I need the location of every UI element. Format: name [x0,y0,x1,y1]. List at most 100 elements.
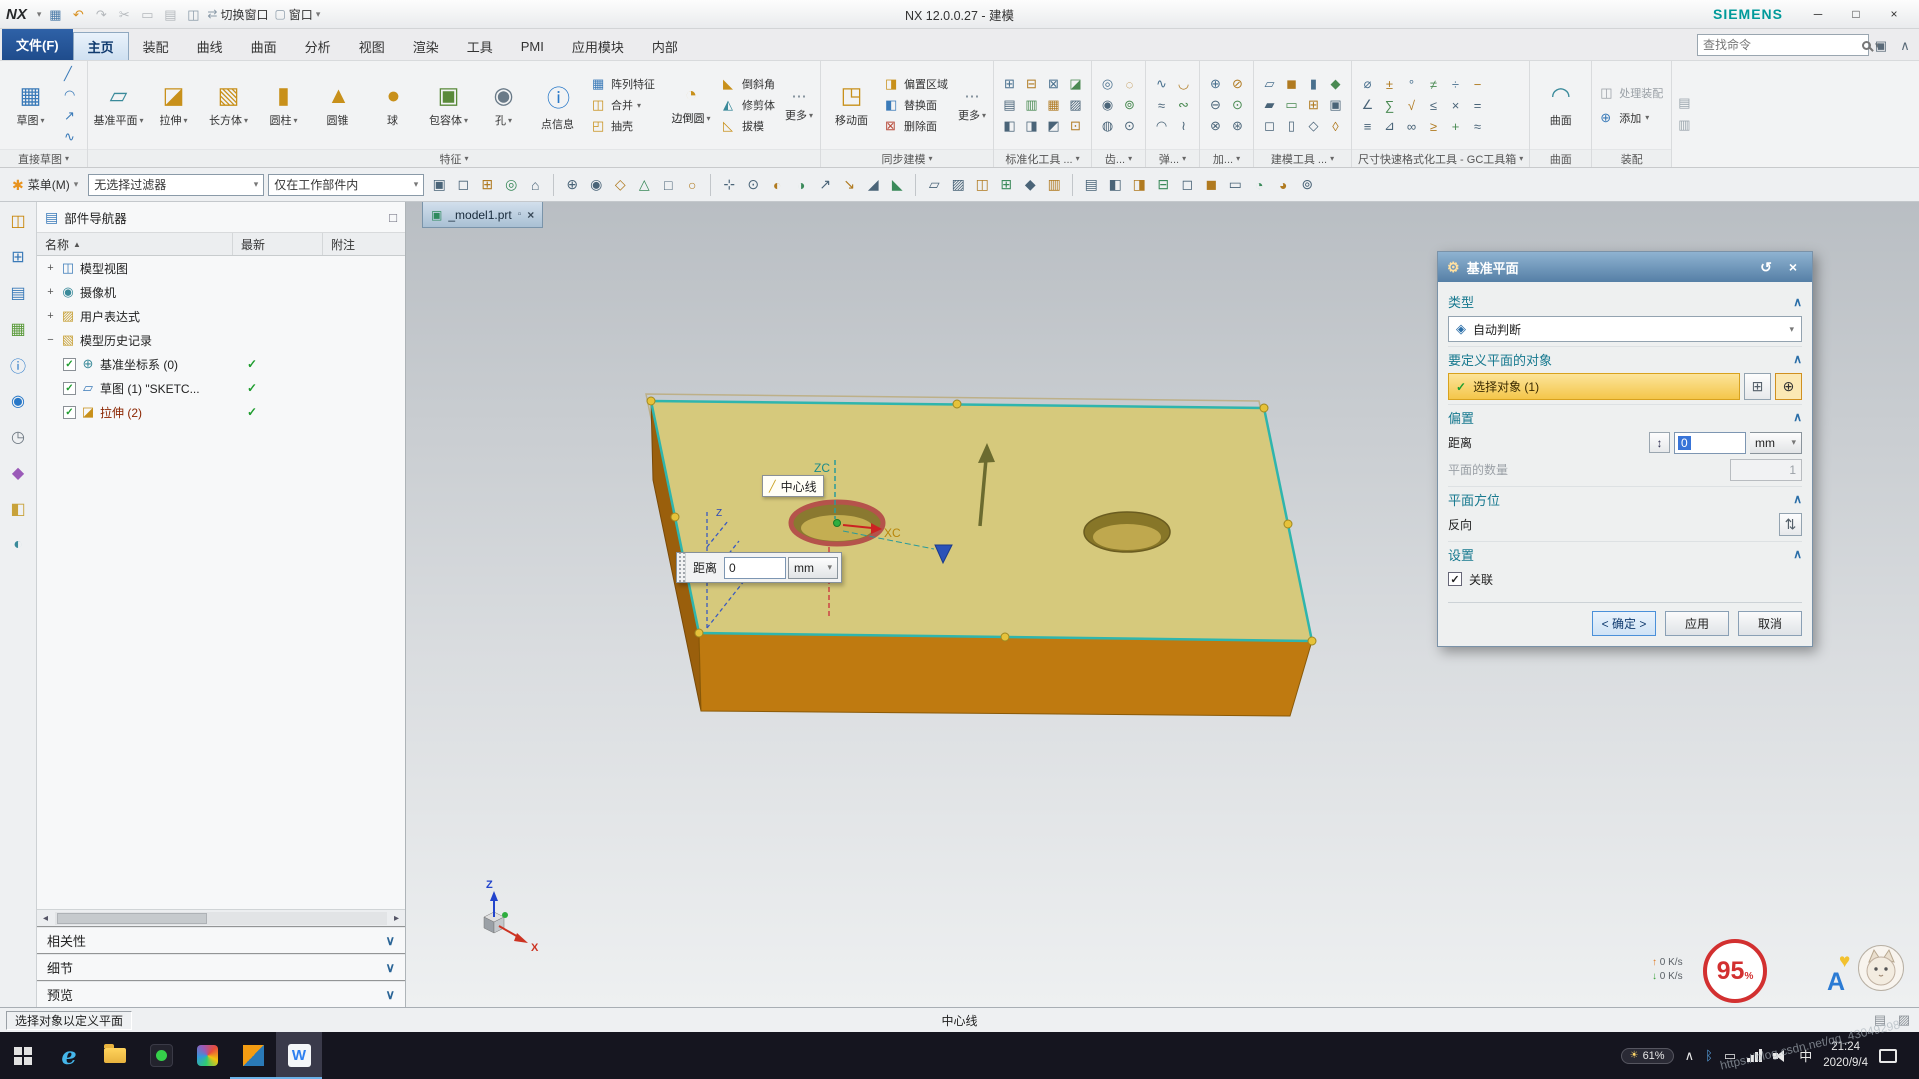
collapsed-panel[interactable]: 预览 ∨ [37,980,405,1007]
resource-bar-icon[interactable]: ◧ [7,498,29,520]
qat-icon[interactable]: ◫ [185,6,201,22]
tool-icon[interactable]: ◧ [1104,174,1126,196]
tool-icon[interactable]: ▨ [947,174,969,196]
qat-icon[interactable]: ▭ [139,6,155,22]
qat-icon[interactable]: ▤ [162,6,178,22]
tool-icon[interactable]: ◡ [1173,74,1194,95]
tool-icon[interactable]: ▨ [1065,95,1086,116]
resource-bar-icon[interactable]: ⊞ [7,246,29,268]
onscreen-distance-input[interactable]: 距离 0 mm ▾ [676,552,843,583]
tool-icon[interactable]: ⊞ [995,174,1017,196]
distance-input[interactable]: 0 [724,556,787,579]
tool-icon[interactable]: ◼ [1200,174,1222,196]
network-signal-icon[interactable] [1747,1049,1763,1062]
avatar[interactable] [1858,945,1904,991]
tool-icon[interactable]: ⊛ [1227,116,1248,137]
feature-button[interactable]: ▱ 基准平面 ▾ [91,63,146,147]
tool-icon[interactable]: ◆ [1019,174,1041,196]
tree-row[interactable]: − ▧ 模型历史记录 [37,328,405,352]
resource-bar-icon[interactable]: ▦ [7,318,29,340]
tool-icon[interactable]: ≀ [1173,116,1194,137]
battery-percent-badge[interactable]: 95% [1703,939,1767,1003]
measure-toggle-button[interactable]: ↕ [1649,432,1670,453]
taskbar-explorer[interactable] [92,1032,138,1079]
command-search[interactable]: ▾ [1697,34,1880,56]
tool-icon[interactable]: ▮ [1303,74,1324,95]
tool-icon[interactable]: ∾ [1173,95,1194,116]
section-offset[interactable]: 偏置 ∧ [1448,404,1802,429]
tool-icon[interactable]: ≠ [1423,74,1444,95]
feature-button[interactable]: ▣ 包容体 ▾ [421,63,476,147]
resource-bar-icon[interactable]: ◫ [7,210,29,232]
tool-icon[interactable]: ⊘ [1227,74,1248,95]
tool-icon[interactable]: ∿ [1151,74,1172,95]
tool-icon[interactable]: ⊟ [1152,174,1174,196]
point-dialog-button[interactable]: ⊕ [1775,373,1802,400]
tool-icon[interactable]: ◎ [1097,74,1118,95]
ribbon-tab[interactable]: 应用模块 [558,32,638,60]
chevron-down-icon[interactable]: ▾ [37,9,42,20]
taskbar-app[interactable] [184,1032,230,1079]
tool-icon[interactable]: ◫ [971,174,993,196]
dialog-title-bar[interactable]: ⚙ 基准平面 ↺ × [1438,252,1812,282]
sync-more-button[interactable]: ⋯ 更多 ▾ [954,63,990,147]
origin-point[interactable] [833,519,841,527]
tool-icon[interactable]: ⊟ [1021,74,1042,95]
collapsed-panel[interactable]: 细节 ∨ [37,953,405,980]
tool-icon[interactable]: ▱ [923,174,945,196]
group-label-synchronous[interactable]: 同步建模 ▾ [821,149,993,167]
section-objects[interactable]: 要定义平面的对象 ∧ [1448,346,1802,371]
tool-icon[interactable]: ◇ [609,174,631,196]
tool-icon[interactable]: ° [1401,74,1422,95]
tool-icon[interactable]: ▣ [428,174,450,196]
resource-bar-icon[interactable]: ◉ [7,390,29,412]
tool-icon[interactable]: ◕ [1272,174,1294,196]
tool-icon[interactable]: ⊖ [1205,95,1226,116]
resource-bar-icon[interactable]: ◐ [7,534,29,556]
sync-small-button[interactable]: ◨ 偏置区域 [880,74,953,95]
selection-scope-dropdown[interactable]: 仅在工作部件内 ▾ [268,173,425,196]
tool-icon[interactable]: ≡ [1357,116,1378,137]
scroll-right-icon[interactable]: ▸ [388,911,405,926]
tool-icon[interactable]: ◑ [790,174,812,196]
panel-pin-icon[interactable]: □ [389,210,397,225]
edge-blend-button[interactable]: ◔ 边倒圆 ▾ [665,63,717,147]
section-type[interactable]: 类型 ∧ [1448,289,1802,314]
qat-icon[interactable]: ↷ [93,6,109,22]
collapse-chevron-icon[interactable]: ∧ [1793,492,1802,506]
drag-grip[interactable] [677,553,686,582]
dialog-close-icon[interactable]: × [1783,259,1803,275]
tool-icon[interactable]: ▯ [1281,116,1302,137]
tab-close-icon[interactable]: × [527,208,534,222]
tool-icon[interactable]: ≥ [1423,116,1444,137]
ribbon-tab[interactable]: 曲面 [237,32,291,60]
column-latest[interactable]: 最新 [233,233,323,255]
tool-icon[interactable]: ◇ [1303,116,1324,137]
search-input[interactable] [1703,38,1858,52]
tool-icon[interactable]: ± [1379,74,1400,95]
ribbon-tab[interactable]: 主页 [72,32,129,60]
tool-icon[interactable]: ∞ [1401,116,1422,137]
brightness-pill[interactable]: ☀ 61% [1620,1047,1674,1064]
tool-icon[interactable]: − [1467,74,1488,95]
resource-bar-icon[interactable]: ◆ [7,462,29,484]
tool-icon[interactable]: ∠ [1357,95,1378,116]
tool-icon[interactable]: ◌ [1119,74,1140,95]
tool-icon[interactable]: ◐ [766,174,788,196]
expander-icon[interactable]: + [45,310,56,322]
scrollbar-track[interactable] [55,911,387,925]
group-label-gc-toolbox[interactable]: 尺寸快速格式化工具 - GC工具箱 ▾ [1352,149,1530,167]
tool-icon[interactable]: ↗ [814,174,836,196]
group-label-feature[interactable]: 特征 ▾ [88,149,820,167]
tool-icon[interactable]: ◢ [862,174,884,196]
tool-icon[interactable]: ◪ [1065,74,1086,95]
add-new-set-button[interactable]: ⊞ [1744,373,1771,400]
ribbon-tab[interactable]: PMI [507,32,558,60]
sync-small-button[interactable]: ⊠ 删除面 [880,116,953,137]
tool-icon[interactable]: ▦ [1043,95,1064,116]
taskbar-clock[interactable]: 21:24 2020/9/4 [1823,1040,1868,1071]
ribbon-tab[interactable]: 曲线 [183,32,237,60]
associative-checkbox[interactable]: ✓ [1448,572,1462,586]
tool-icon[interactable]: ⊡ [1065,116,1086,137]
group-label-gear[interactable]: 齿... ▾ [1092,149,1145,167]
